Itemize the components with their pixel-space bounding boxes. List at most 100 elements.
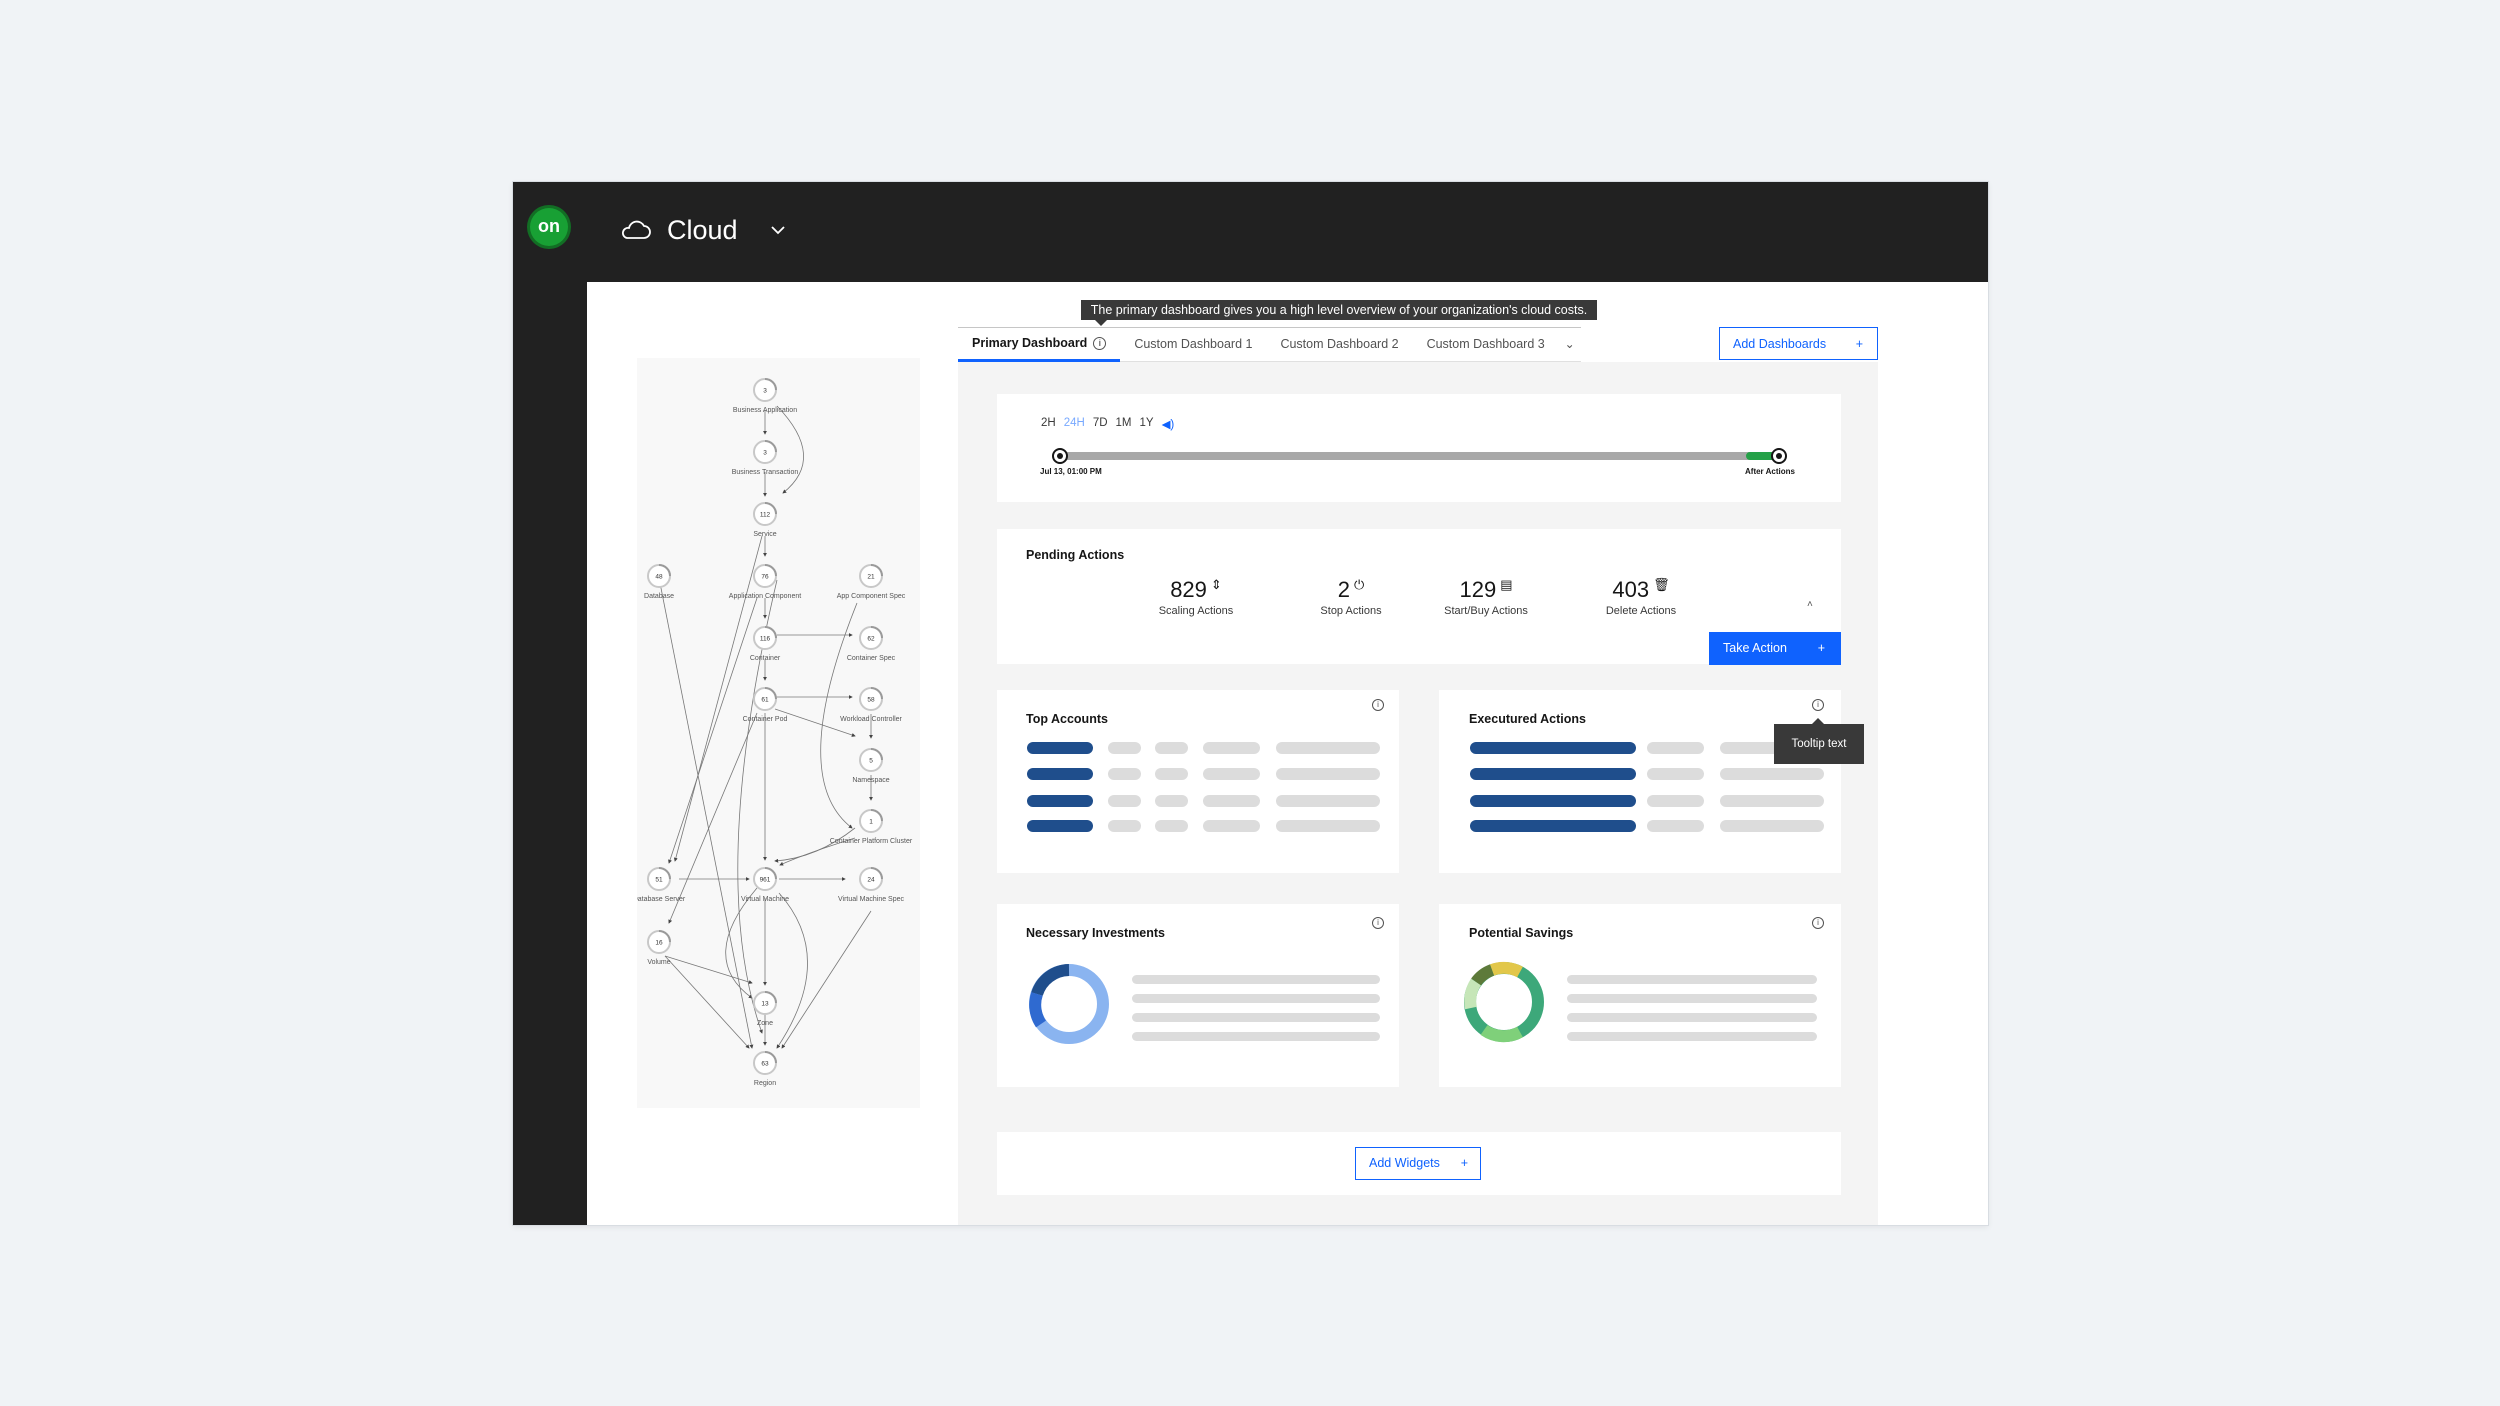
add-widgets-button[interactable]: Add Widgets +: [1355, 1147, 1481, 1180]
metric-start-buy-actions[interactable]: 129 ▤ Start/Buy Actions: [1421, 577, 1551, 617]
graph-node[interactable]: 51 Database Server: [633, 867, 686, 903]
info-icon[interactable]: i: [1812, 699, 1824, 711]
graph-node-count: 112: [760, 512, 771, 519]
graph-node-label: Database Server: [637, 896, 686, 903]
graph-node[interactable]: 13 Zone: [753, 991, 777, 1027]
collapse-icon[interactable]: ˄: [1807, 599, 1813, 610]
timeline-start-label: Jul 13, 01:00 PM: [1040, 467, 1102, 476]
list-item-bar: [1155, 742, 1188, 754]
list-item-bar: [1132, 1013, 1380, 1022]
range-24h[interactable]: 24H: [1064, 417, 1085, 431]
take-action-button[interactable]: Take Action +: [1709, 632, 1841, 665]
timeline-start-handle[interactable]: [1052, 448, 1068, 464]
plus-icon: +: [1460, 1156, 1468, 1170]
list-item-bar: [1132, 975, 1380, 984]
range-7d[interactable]: 7D: [1093, 417, 1108, 431]
left-nav-rail: [513, 282, 587, 1225]
list-item-bar: [1647, 768, 1704, 780]
tab-custom-dashboard-2[interactable]: Custom Dashboard 2: [1266, 328, 1413, 362]
range-1y[interactable]: 1Y: [1140, 417, 1154, 431]
list-item-bar: [1470, 820, 1636, 832]
info-icon[interactable]: i: [1372, 917, 1384, 929]
graph-node-label: Zone: [757, 1020, 773, 1027]
graph-node-count: 3: [763, 388, 767, 395]
graph-node-label: Business Application: [733, 407, 797, 414]
graph-node-count: 63: [761, 1061, 769, 1068]
metric-scaling-actions[interactable]: 829 ⇕ Scaling Actions: [1131, 577, 1261, 617]
metric-delete-actions[interactable]: 403 🗑 Delete Actions: [1576, 577, 1706, 617]
metric-label: Start/Buy Actions: [1444, 605, 1528, 617]
list-item-bar: [1720, 795, 1824, 807]
info-icon[interactable]: i: [1093, 337, 1107, 351]
graph-node[interactable]: 76 Application Component: [729, 564, 801, 600]
chevron-down-icon[interactable]: ⌄: [1558, 328, 1581, 362]
brand-logo[interactable]: on: [530, 208, 568, 246]
tab-label: Primary Dashboard: [972, 336, 1088, 350]
info-icon[interactable]: i: [1372, 699, 1384, 711]
plus-icon: +: [1855, 337, 1863, 351]
graph-node-label: Volume: [647, 959, 670, 966]
graph-node-count: 21: [867, 574, 875, 581]
list-item-bar: [1720, 768, 1824, 780]
list-item-bar: [1567, 994, 1817, 1003]
graph-node-label: Database: [644, 593, 674, 600]
add-dashboards-button[interactable]: Add Dashboards +: [1719, 327, 1878, 360]
graph-node[interactable]: 16 Volume: [647, 930, 671, 966]
graph-node-count: 58: [867, 697, 875, 704]
graph-node[interactable]: 63 Region: [753, 1051, 777, 1087]
tab-custom-dashboard-3[interactable]: Custom Dashboard 3: [1412, 328, 1559, 362]
range-2h[interactable]: 2H: [1041, 417, 1056, 431]
info-icon[interactable]: i: [1812, 917, 1824, 929]
timeline-end-handle[interactable]: [1771, 448, 1787, 464]
list-item-bar: [1155, 768, 1188, 780]
topology-graph-panel: 3 Business Application 3 Business Transacti…: [633, 358, 920, 1108]
graph-node-label: Container: [750, 655, 781, 662]
list-item-bar: [1276, 820, 1380, 832]
range-1m[interactable]: 1M: [1116, 417, 1132, 431]
graph-node-label: Container Platform Cluster: [830, 838, 913, 845]
tab-custom-dashboard-1[interactable]: Custom Dashboard 1: [1120, 328, 1267, 362]
chevron-down-icon[interactable]: [770, 224, 786, 236]
graph-node-label: Service: [753, 531, 776, 538]
savings-donut[interactable]: [1462, 960, 1546, 1044]
graph-node[interactable]: 24 Virtual Machine Spec: [838, 867, 905, 903]
list-item-bar: [1567, 1032, 1817, 1041]
graph-node[interactable]: 3 Business Transaction: [732, 440, 799, 476]
tooltip: Tooltip text: [1774, 718, 1864, 764]
list-item-bar: [1132, 994, 1380, 1003]
list-item-bar: [1155, 820, 1188, 832]
metric-stop-actions[interactable]: 2 ⏻ Stop Actions: [1286, 577, 1416, 617]
graph-node[interactable]: 3 Business Application: [733, 378, 797, 414]
graph-node[interactable]: 61 Container Pod: [743, 687, 788, 723]
graph-node[interactable]: 21 App Component Spec: [837, 564, 906, 600]
graph-node-label: Virtual Machine Spec: [838, 896, 905, 903]
graph-node[interactable]: 961 Virtual Machine: [741, 867, 789, 903]
list-item-bar: [1203, 768, 1260, 780]
graph-node[interactable]: 116 Container: [750, 626, 781, 662]
graph-node[interactable]: 48 Database: [644, 564, 674, 600]
list-item-bar: [1647, 795, 1704, 807]
potential-savings-title: Potential Savings: [1469, 926, 1574, 940]
primary-dashboard-tooltip: The primary dashboard gives you a high l…: [1081, 300, 1597, 326]
graph-node-count: 62: [867, 636, 875, 643]
graph-node[interactable]: 112 Service: [753, 502, 777, 538]
graph-node-count: 48: [655, 574, 663, 581]
app-title[interactable]: Cloud: [667, 215, 738, 246]
timeline-track[interactable]: [1060, 452, 1780, 460]
graph-node[interactable]: 58 Workload Controller: [840, 687, 903, 723]
list-item-bar: [1470, 795, 1636, 807]
metric-value: 2: [1337, 577, 1350, 602]
tab-primary-dashboard[interactable]: Primary Dashboard i: [958, 328, 1121, 362]
server-icon: ▤: [1500, 577, 1513, 592]
graph-node[interactable]: 5 Namespace: [852, 748, 890, 784]
topology-graph[interactable]: 3 Business Application 3 Business Transacti…: [633, 358, 920, 1108]
graph-node[interactable]: 1 Container Platform Cluster: [830, 809, 913, 845]
list-item-bar: [1567, 975, 1817, 984]
investments-donut[interactable]: [1027, 962, 1111, 1046]
graph-node[interactable]: 62 Container Spec: [847, 626, 896, 662]
trash-icon: 🗑: [1653, 577, 1670, 592]
necessary-investments-title: Necessary Investments: [1026, 926, 1165, 940]
take-action-label: Take Action: [1723, 641, 1787, 655]
speaker-icon[interactable]: ◀): [1162, 417, 1175, 431]
metric-label: Scaling Actions: [1158, 605, 1234, 617]
